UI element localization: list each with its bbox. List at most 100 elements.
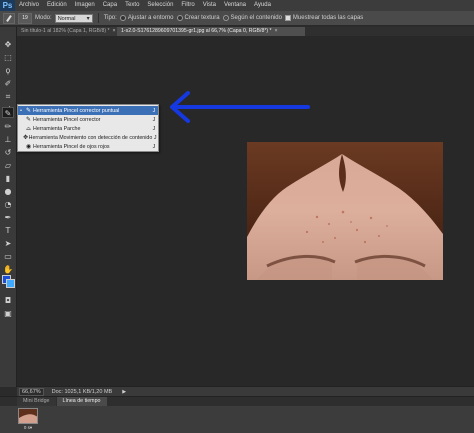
history-brush-tool[interactable]: ↺ [2, 147, 14, 158]
red-eye-icon: ◉ [25, 143, 32, 150]
close-icon[interactable]: × [113, 28, 116, 34]
tab-document-2[interactable]: 1-s2.0-S1761289609701395-gr1.jpg al 66,7… [117, 27, 305, 36]
shortcut-key: J [152, 116, 156, 123]
menu-archivo[interactable]: Archivo [15, 0, 43, 11]
menu-edicion[interactable]: Edición [43, 0, 71, 11]
spot-healing-brush-icon: ✎ [25, 107, 32, 114]
type-tool[interactable]: T [2, 225, 14, 236]
flyout-item-content-aware-move[interactable]: ✥ Herramienta Movimiento con detección d… [18, 133, 158, 142]
screen-mode-tool[interactable]: ▣ [2, 308, 14, 319]
sample-all-checkbox[interactable] [284, 15, 291, 21]
menu-vista[interactable]: Vista [199, 0, 220, 11]
brush-icon: ✏ [4, 122, 12, 131]
dodge-tool[interactable]: ◔ [2, 199, 14, 210]
spot-healing-tool[interactable]: ✎ [2, 107, 14, 118]
crop-icon: ⌗ [5, 92, 11, 101]
tool-preset-picker[interactable] [3, 12, 15, 24]
tab-title: 1-s2.0-S1761289609701395-gr1.jpg al 66,7… [121, 28, 272, 34]
shortcut-key: J [153, 134, 157, 141]
patch-icon: ⌓ [26, 124, 31, 132]
divider [97, 13, 99, 23]
screen-mode-icon: ▣ [4, 309, 12, 318]
zoom-level-field[interactable]: 66,67% [19, 387, 44, 396]
timeline-panel: Mini Bridge Línea de tiempo 0 s▾ [0, 396, 474, 433]
eraser-icon: ▱ [4, 161, 12, 170]
dodge-icon: ◔ [4, 200, 12, 209]
sample-all-layers[interactable]: Muestrear todas las capas [284, 15, 364, 21]
brush-tool[interactable]: ✏ [2, 121, 14, 132]
spot-healing-brush-icon: ✎ [4, 109, 12, 118]
eraser-tool[interactable]: ▱ [2, 160, 14, 171]
flyout-item-red-eye[interactable]: ◉ Herramienta Pincel de ojos rojos J [18, 142, 158, 151]
tab-mini-bridge[interactable]: Mini Bridge [17, 397, 56, 406]
history-brush-icon: ↺ [4, 148, 12, 157]
type-icon: T [5, 226, 11, 235]
status-bar: 66,67% Doc: 1025,1 KB/1,20 MB ▶ [17, 386, 474, 396]
gradient-tool[interactable]: ▮ [2, 173, 14, 184]
mode-select[interactable]: Normal [54, 13, 93, 24]
frame-delay-label[interactable]: 0 s▾ [18, 425, 38, 431]
flyout-item-label: Herramienta Pincel corrector puntual [33, 107, 120, 114]
blur-tool[interactable]: ● [2, 186, 14, 197]
lasso-icon: ϙ [5, 66, 11, 75]
radio-contenido[interactable] [222, 15, 229, 21]
path-selection-tool[interactable]: ➤ [2, 238, 14, 249]
menu-filtro[interactable]: Filtro [177, 0, 198, 11]
type-option-textura[interactable]: Crear textura [176, 15, 220, 21]
hand-tool[interactable]: ✋ [2, 264, 14, 275]
close-icon[interactable]: × [275, 28, 278, 34]
type-contenido-label: Según el contenido [230, 15, 282, 21]
type-option-ajustar[interactable]: Ajustar a entorno [119, 15, 174, 21]
tab-document-1[interactable]: Sin título-1 al 182% (Capa 1, RGB/8) * × [17, 27, 117, 36]
move-tool[interactable]: ✥ [2, 39, 14, 50]
toolbox: ✥ ⬚ ϙ ✐ ⌗ ⁄ ✎ ✏ ⊥ ↺ ▱ ▮ ● ◔ ✒ T ➤ ▭ ✋ ◘ … [0, 27, 17, 387]
type-ajustar-label: Ajustar a entorno [127, 15, 174, 21]
path-selection-icon: ➤ [4, 239, 12, 248]
options-bar: 19 Modo: Normal Tipo: Ajustar a entorno … [0, 11, 474, 26]
lasso-tool[interactable]: ϙ [2, 65, 14, 76]
menu-ayuda[interactable]: Ayuda [250, 0, 275, 11]
timeline-frame-thumbnail[interactable] [18, 408, 38, 424]
menu-imagen[interactable]: Imagen [71, 0, 99, 11]
annotation-arrow-icon [170, 91, 310, 123]
healing-brush-icon: ✎ [25, 116, 32, 123]
radio-ajustar[interactable] [119, 15, 126, 21]
pen-tool[interactable]: ✒ [2, 212, 14, 223]
shape-tool[interactable]: ▭ [2, 251, 14, 262]
mode-label: Modo: [35, 15, 52, 21]
menu-texto[interactable]: Texto [121, 0, 143, 11]
type-label: Tipo: [103, 15, 117, 21]
menu-ventana[interactable]: Ventana [220, 0, 250, 11]
flyout-item-patch[interactable]: ⌓ Herramienta Parche J [18, 124, 158, 133]
flyout-item-label: Herramienta Parche [33, 125, 81, 132]
status-menu-arrow-icon[interactable]: ▶ [122, 389, 126, 395]
quick-selection-tool[interactable]: ✐ [2, 78, 14, 89]
crop-tool[interactable]: ⌗ [2, 91, 14, 102]
clone-stamp-tool[interactable]: ⊥ [2, 134, 14, 145]
flyout-item-spot-healing[interactable]: • ✎ Herramienta Pincel corrector puntual… [18, 106, 158, 115]
rectangle-icon: ▭ [4, 252, 12, 261]
tab-timeline[interactable]: Línea de tiempo [56, 397, 107, 406]
background-color-swatch[interactable] [6, 279, 15, 288]
brush-size-value: 19 [22, 15, 28, 21]
menu-bar: Ps Archivo Edición Imagen Capa Texto Sel… [0, 0, 474, 11]
forehead-photo [247, 142, 443, 280]
menu-seleccion[interactable]: Selección [143, 0, 177, 11]
flyout-item-healing-brush[interactable]: ✎ Herramienta Pincel corrector J [18, 115, 158, 124]
type-textura-label: Crear textura [184, 15, 220, 21]
marquee-tool[interactable]: ⬚ [2, 52, 14, 63]
quick-selection-icon: ✐ [4, 79, 12, 88]
flyout-item-label: Herramienta Pincel corrector [33, 116, 101, 123]
radio-textura[interactable] [176, 15, 183, 21]
flyout-item-label: Herramienta Movimiento con detección de … [28, 134, 153, 141]
sample-all-label: Muestrear todas las capas [292, 15, 364, 21]
menu-capa[interactable]: Capa [99, 0, 121, 11]
healing-tools-flyout: • ✎ Herramienta Pincel corrector puntual… [17, 104, 159, 152]
document-tabs: Sin título-1 al 182% (Capa 1, RGB/8) * × … [17, 27, 474, 36]
quick-mask-tool[interactable]: ◘ [2, 295, 14, 306]
type-option-contenido[interactable]: Según el contenido [222, 15, 282, 21]
quick-mask-icon: ◘ [4, 296, 12, 305]
tab-title: Sin título-1 al 182% (Capa 1, RGB/8) * [21, 28, 110, 34]
shortcut-key: J [152, 125, 156, 132]
brush-size-picker[interactable]: 19 [18, 12, 32, 24]
